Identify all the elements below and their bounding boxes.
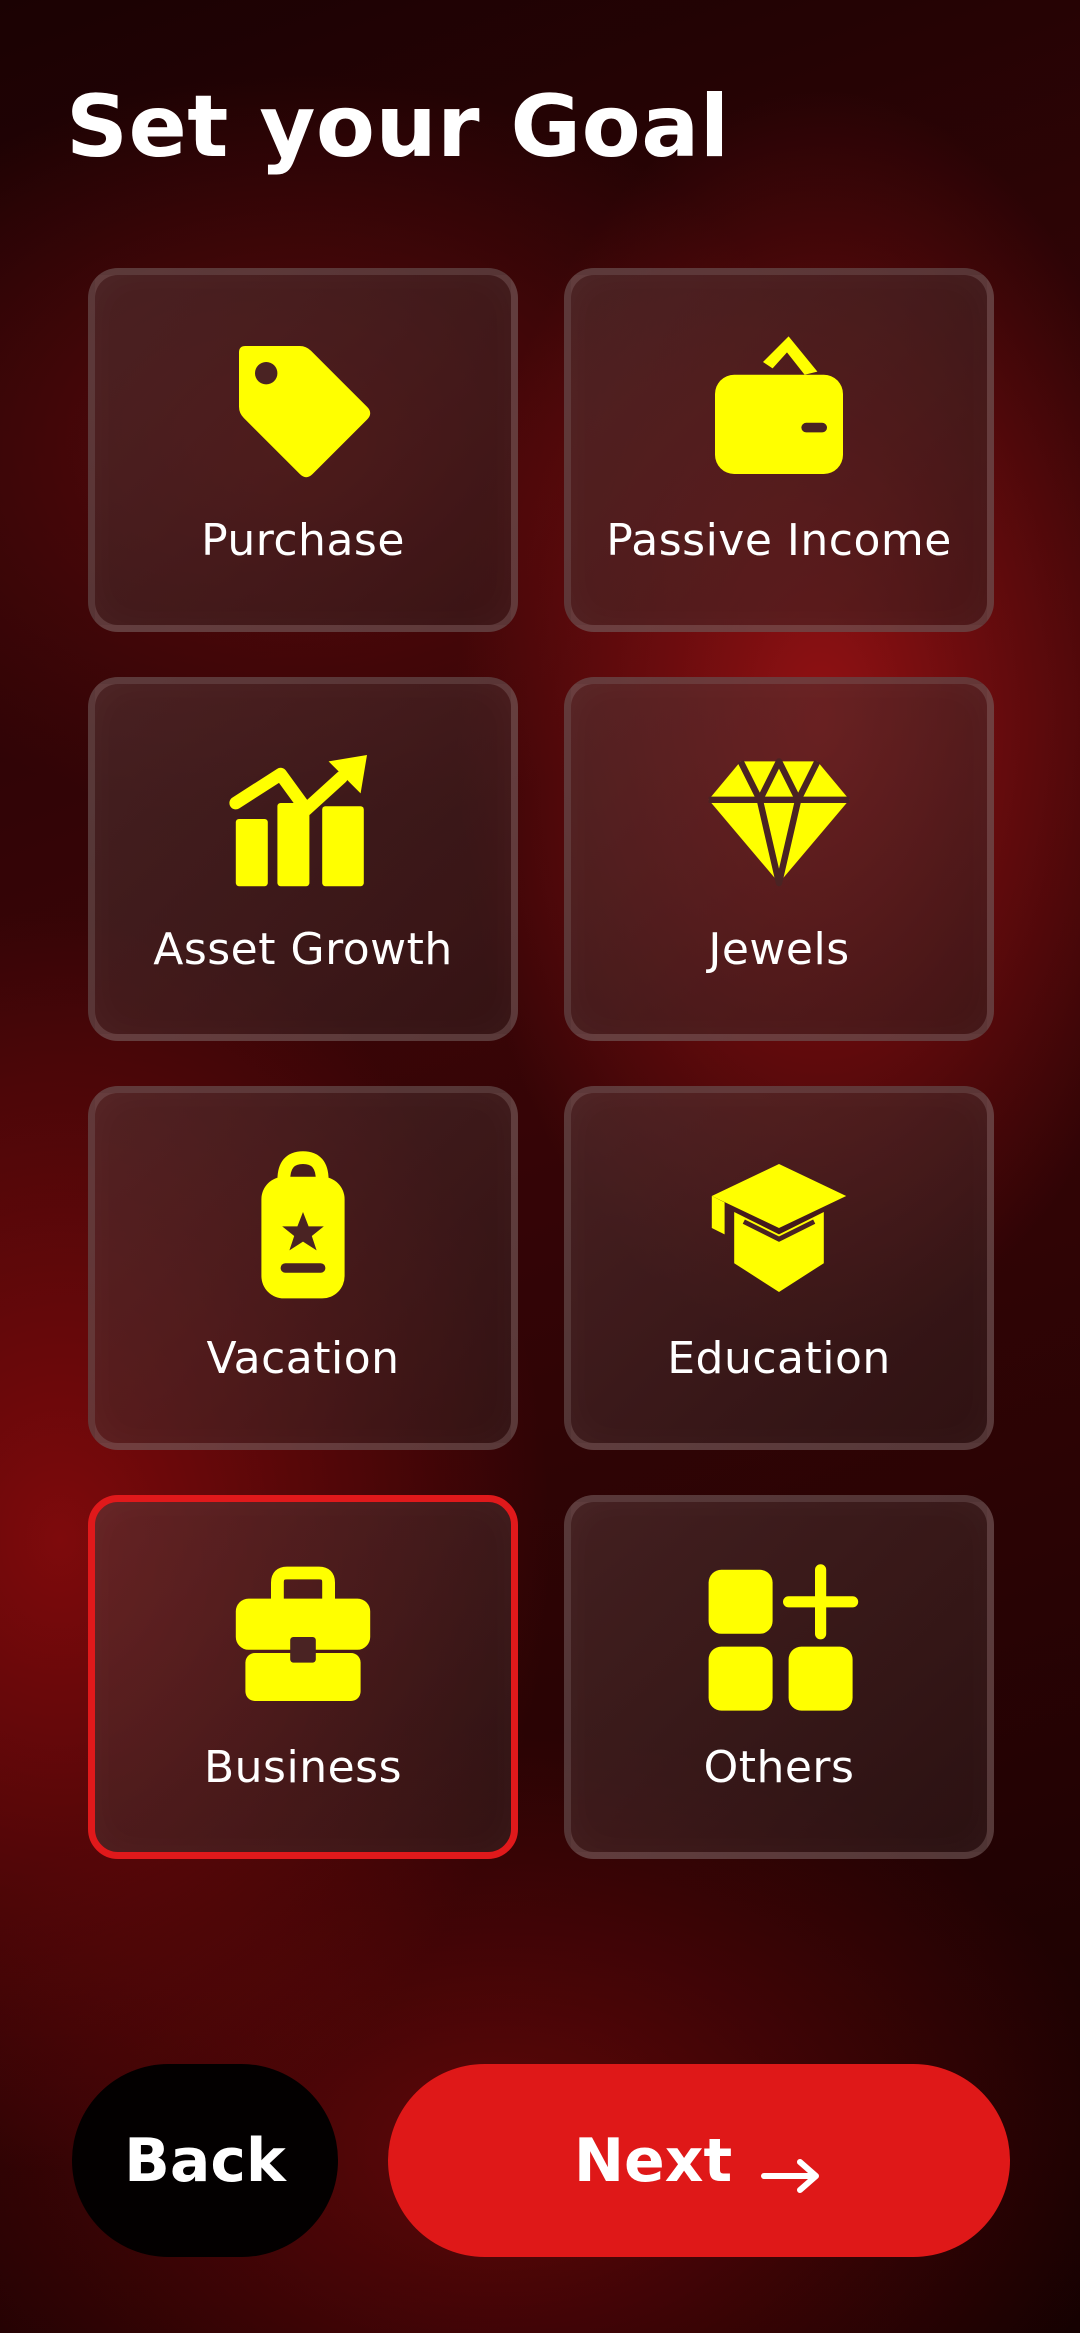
goal-card-asset-growth[interactable]: Asset Growth [88, 677, 518, 1041]
goal-grid: Purchase Passive Income Asset Growth Jew… [88, 268, 994, 1859]
goal-label: Purchase [201, 515, 405, 566]
goal-label: Education [667, 1333, 891, 1384]
goal-label: Passive Income [606, 515, 952, 566]
goal-label: Asset Growth [153, 924, 453, 975]
goal-label: Business [203, 1742, 403, 1793]
arrow-right-icon [760, 2141, 824, 2193]
backpack-icon [223, 1148, 383, 1308]
growth-chart-icon [223, 739, 383, 899]
goal-card-passive-income[interactable]: Passive Income [564, 268, 994, 632]
briefcase-icon [223, 1557, 383, 1717]
back-button[interactable]: Back [72, 2064, 338, 2257]
back-button-label: Back [124, 2125, 286, 2196]
goal-screen: Set your Goal Purchase Passive Income As… [0, 0, 1080, 2333]
graduation-cap-icon [699, 1148, 859, 1308]
goal-card-purchase[interactable]: Purchase [88, 268, 518, 632]
goal-label: Others [703, 1742, 855, 1793]
wallet-icon [699, 330, 859, 490]
goal-card-vacation[interactable]: Vacation [88, 1086, 518, 1450]
goal-card-education[interactable]: Education [564, 1086, 994, 1450]
tag-icon [223, 330, 383, 490]
goal-label: Vacation [206, 1333, 400, 1384]
goal-card-jewels[interactable]: Jewels [564, 677, 994, 1041]
next-button[interactable]: Next [388, 2064, 1010, 2257]
next-button-label: Next [573, 2125, 733, 2196]
goal-card-business[interactable]: Business [88, 1495, 518, 1859]
goal-label: Jewels [708, 924, 850, 975]
goal-card-others[interactable]: Others [564, 1495, 994, 1859]
page-title: Set your Goal [66, 77, 730, 177]
diamond-icon [699, 739, 859, 899]
apps-plus-icon [699, 1557, 859, 1717]
